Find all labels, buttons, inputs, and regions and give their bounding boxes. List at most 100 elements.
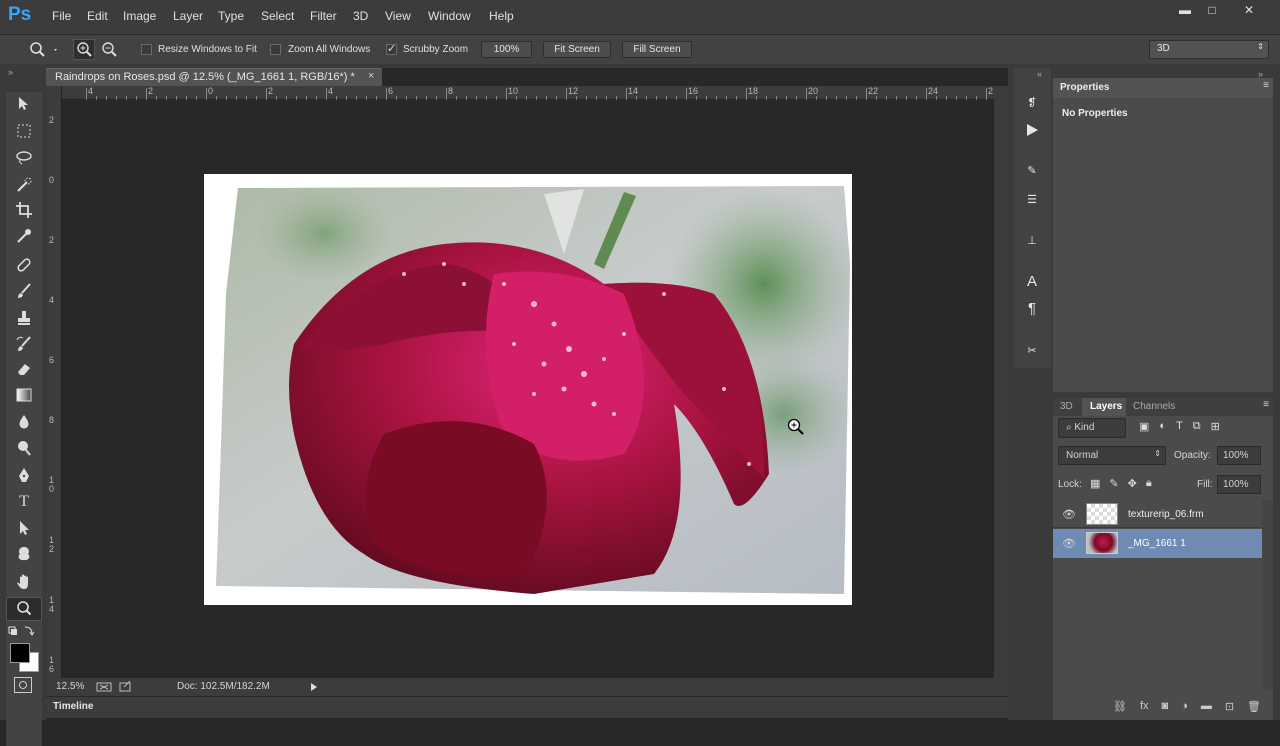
menu-edit[interactable]: Edit [87,9,108,23]
zoom-out-button[interactable] [100,40,120,59]
timeline-panel[interactable]: Timeline [46,696,1008,718]
eraser-icon[interactable] [6,357,42,381]
history-icon[interactable]: ❡ [1019,90,1045,114]
workspace-select[interactable]: 3D ⇕ [1149,40,1269,59]
status-expand-icon[interactable] [310,682,318,692]
status-zoom[interactable]: 12.5% [56,681,84,692]
ruler-origin[interactable] [46,86,62,100]
menu-view[interactable]: View [385,9,411,23]
menu-type[interactable]: Type [218,9,244,23]
layer-row[interactable]: 👁︎ texturerip_06.frm [1053,500,1262,528]
minimize-button[interactable]: ▬ [1174,3,1196,19]
lasso-icon[interactable] [6,146,42,170]
quick-select-icon[interactable] [6,173,42,197]
pixel-filter-icon[interactable]: ▣ [1139,420,1149,436]
pen-icon[interactable] [6,464,42,488]
path-select-icon[interactable] [6,516,42,540]
shape-filter-icon[interactable]: ⧉ [1193,420,1201,436]
shape-icon[interactable] [6,542,42,566]
swap-colors-icon[interactable] [8,625,40,639]
quick-mask-icon[interactable] [14,677,32,693]
fx-icon[interactable]: fx [1140,700,1149,720]
toolbox-collapse-icon[interactable]: » [8,67,13,77]
dodge-icon[interactable] [6,436,42,460]
fill-screen-button[interactable]: Fill Screen [622,41,692,58]
hand-icon[interactable] [6,570,42,594]
brush-presets-icon[interactable]: ✎ [1019,158,1045,182]
zoom-all-checkbox[interactable] [270,44,281,55]
menu-filter[interactable]: Filter [310,9,337,23]
history-brush-icon[interactable] [6,332,42,356]
marquee-icon[interactable] [6,119,42,143]
tab-close-icon[interactable]: × [368,70,374,82]
menu-file[interactable]: File [52,9,71,23]
foreground-color-swatch[interactable] [10,643,30,663]
opacity-input[interactable]: 100% [1217,446,1261,465]
type-icon[interactable]: T [6,490,42,514]
menu-layer[interactable]: Layer [173,9,203,23]
image-canvas[interactable] [204,174,859,605]
status-icons[interactable] [96,681,134,693]
smart-object-filter-icon[interactable]: ⊞ [1211,420,1220,436]
layer-name[interactable]: _MG_1661 1 [1128,538,1186,549]
layers-scrollbar[interactable] [1262,500,1273,690]
strip-collapse-icon[interactable]: « [1037,69,1042,79]
brush-icon[interactable] [6,279,42,303]
type-filter-icon[interactable]: T [1176,420,1183,436]
menu-select[interactable]: Select [261,9,294,23]
blend-mode-select[interactable]: Normal ⇕ [1058,446,1166,465]
lock-transparency-icon[interactable]: ▦ [1090,477,1100,493]
zoom-tool-preset-icon[interactable] [28,41,58,59]
move-icon[interactable] [6,92,42,116]
layer-row-selected[interactable]: 👁︎ _MG_1661 1 [1053,529,1262,558]
properties-title[interactable]: Properties [1060,82,1109,93]
lock-pixels-icon[interactable]: ✎ [1109,477,1118,493]
clone-stamp-icon[interactable] [6,306,42,330]
layer-name[interactable]: texturerip_06.frm [1128,509,1204,520]
actions-play-icon[interactable] [1019,118,1045,142]
visibility-eye-icon[interactable]: 👁︎ [1062,508,1076,521]
tab-channels[interactable]: Channels [1133,401,1175,412]
blur-icon[interactable] [6,410,42,434]
character-icon[interactable]: A [1019,269,1045,293]
zoom-100-button[interactable]: 100% [481,41,532,58]
scrubby-zoom-checkbox[interactable]: ✓ [386,44,397,55]
menu-window[interactable]: Window [428,9,471,23]
adjustments-icon[interactable]: ☰ [1019,187,1045,211]
visibility-eye-icon[interactable]: 👁︎ [1062,537,1076,550]
paragraph-icon[interactable]: ¶ [1019,296,1045,320]
menu-image[interactable]: Image [123,9,156,23]
tab-3d[interactable]: 3D [1060,401,1073,412]
clone-source-icon[interactable]: ⊥ [1019,228,1045,252]
delete-layer-icon[interactable]: 🗑︎ [1247,700,1261,720]
fill-input[interactable]: 100% [1217,475,1261,494]
eyedropper-icon[interactable] [6,224,42,248]
panel-menu-icon[interactable]: ≡ [1263,80,1269,91]
crop-icon[interactable] [6,198,42,222]
menu-3d[interactable]: 3D [353,9,368,23]
new-adjustment-icon[interactable]: ◑ [1181,700,1188,720]
document-tab[interactable]: Raindrops on Roses.psd @ 12.5% (_MG_1661… [46,68,382,86]
layers-panel-menu-icon[interactable]: ≡ [1263,399,1269,410]
close-window-button[interactable]: ✕ [1238,3,1260,19]
menu-help[interactable]: Help [489,9,514,23]
zoom-in-button[interactable] [73,39,95,60]
healing-brush-icon[interactable] [6,253,42,277]
lock-all-icon[interactable]: 🔒︎ [1146,477,1152,493]
fit-screen-button[interactable]: Fit Screen [543,41,611,58]
maximize-button[interactable]: □ [1201,3,1223,19]
zoom-icon[interactable] [6,597,42,621]
adjustment-filter-icon[interactable]: ◐ [1159,420,1166,436]
tool-presets-icon[interactable]: ✂ [1019,338,1045,362]
new-layer-icon[interactable]: ⊡ [1225,700,1234,720]
dock-collapse-icon[interactable]: » [1258,69,1263,79]
add-mask-icon[interactable]: ◙ [1162,700,1169,720]
filter-kind-select[interactable]: ⌕ Kind [1058,418,1126,438]
link-layers-icon[interactable]: ⛓︎ [1113,700,1127,720]
resize-windows-checkbox[interactable] [141,44,152,55]
lock-position-icon[interactable]: ✥ [1128,477,1137,493]
gradient-icon[interactable] [6,383,42,407]
tab-layers[interactable]: Layers [1090,401,1122,412]
vertical-scrollbar[interactable] [994,86,1008,678]
new-group-icon[interactable]: ▬ [1201,700,1212,720]
